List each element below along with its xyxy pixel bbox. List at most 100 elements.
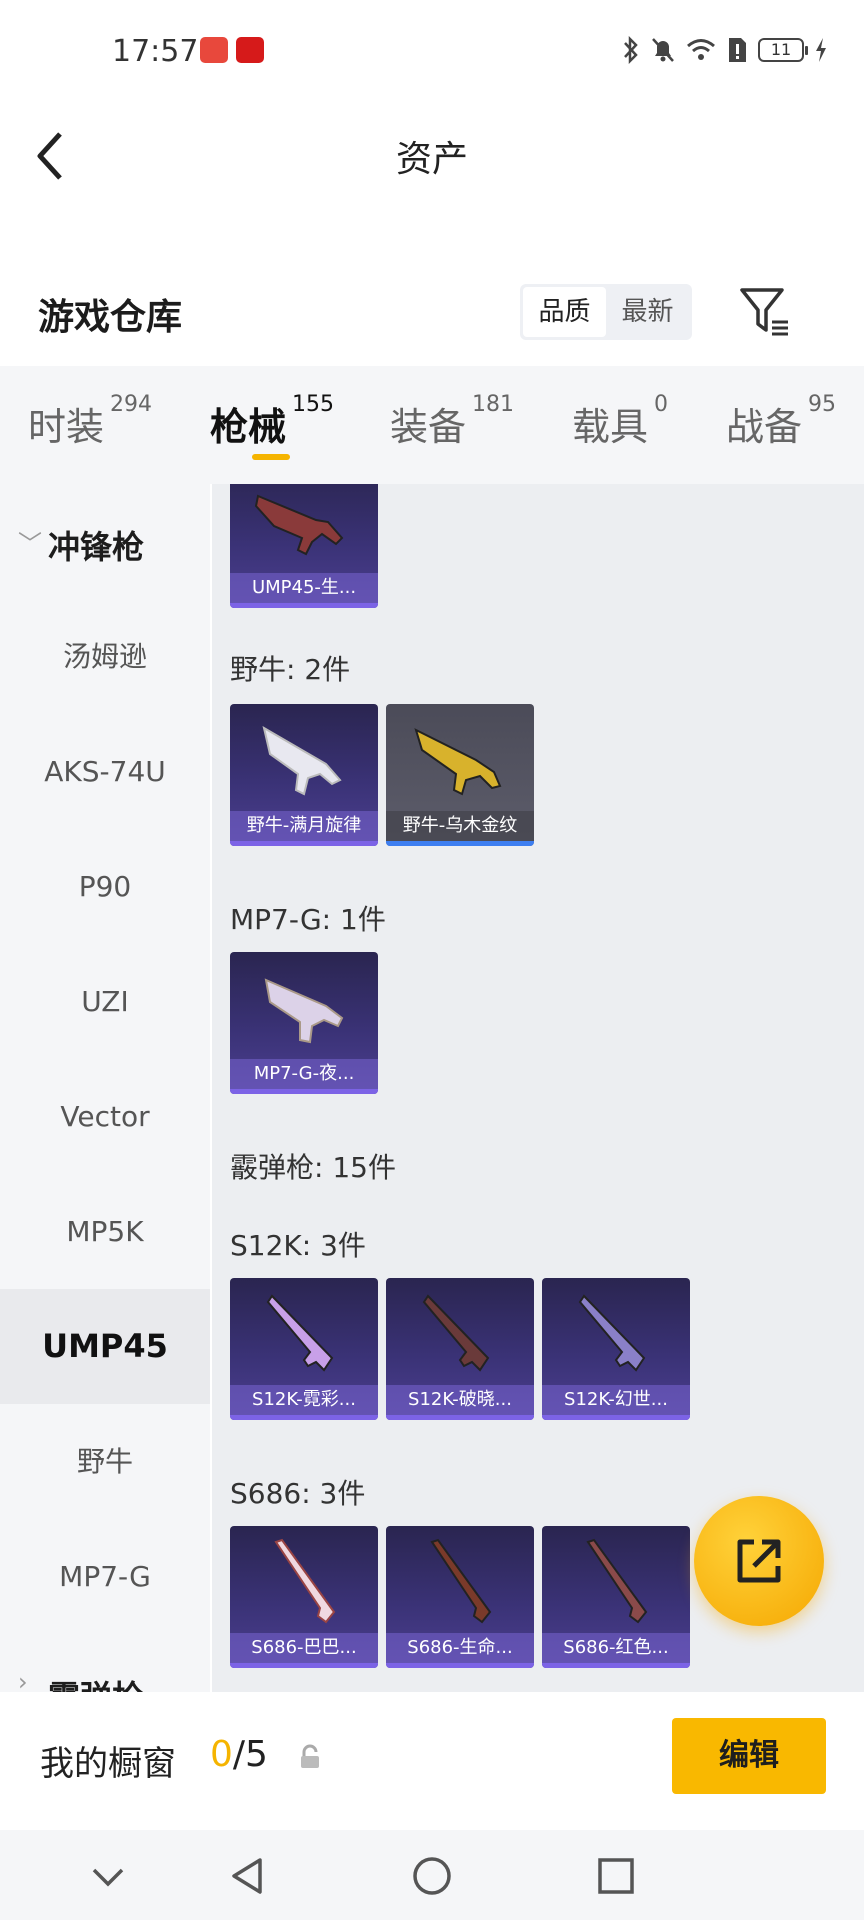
tab-count: 95 [808,392,837,417]
tab-count: 0 [654,392,669,417]
skin-name: S686-巴巴... [230,1633,378,1663]
card-rarity-bar [230,603,378,608]
card-rarity-bar [542,1663,690,1668]
smg-icon [254,494,344,556]
battery-indicator: 11 [758,38,808,62]
sidebar-category-label: 霰弹枪 [48,1672,144,1692]
group-title: S12K: 3件 [230,1229,366,1262]
tab-label: 时装 [28,405,105,449]
share-out-icon [737,1539,781,1583]
shotgun-icon [578,1294,646,1372]
skin-card[interactable]: 野牛-乌木金纹 [386,704,534,846]
skin-name: 野牛-满月旋律 [230,811,378,841]
page-title: 资产 [395,139,468,180]
skin-card[interactable]: S12K-霓彩... [230,1278,378,1420]
skin-name: S686-红色... [542,1633,690,1663]
showcase-bar: 我的橱窗 0/5 编辑 [0,1692,864,1830]
sort-quality-button[interactable]: 品质 [523,287,606,337]
group-title: 霰弹枪: 15件 [230,1151,396,1184]
skin-card[interactable]: S686-生命... [386,1526,534,1668]
tab-fashion[interactable]: 时装294 [28,392,152,451]
tab-equipment[interactable]: 装备181 [390,392,514,451]
skin-card[interactable]: 野牛-满月旋律 [230,704,378,846]
sidebar-item-mp7g[interactable]: MP7-G [0,1519,210,1634]
sidebar-category-shotgun[interactable]: › 霰弹枪 [0,1634,210,1692]
sidebar-item-uzi[interactable]: UZI [0,944,210,1059]
skin-name: S12K-幻世... [542,1385,690,1415]
mute-bell-icon [652,38,674,62]
skin-name: S686-生命... [386,1633,534,1663]
status-time: 17:57 [112,34,199,69]
sidebar-item-p90[interactable]: P90 [0,829,210,944]
nav-back-icon[interactable] [224,1852,272,1900]
charging-icon [816,38,826,62]
sidebar-item-ump45[interactable]: UMP45 [0,1289,210,1404]
sidebar-item-vector[interactable]: Vector [0,1059,210,1174]
skin-card[interactable]: S686-红色... [542,1526,690,1668]
warehouse-title: 游戏仓库 [38,297,183,338]
card-rarity-bar [386,1415,534,1420]
shotgun-icon [586,1538,648,1624]
sidebar-item-bizon[interactable]: 野牛 [0,1404,210,1519]
showcase-current: 0 [210,1734,233,1775]
skin-card[interactable]: S12K-幻世... [542,1278,690,1420]
weapon-sidebar: ﹀ 冲锋枪 汤姆逊 AKS-74U P90 UZI Vector MP5K UM… [0,484,210,1692]
nav-recents-icon[interactable] [592,1852,640,1900]
showcase-count: 0/5 [210,1734,268,1775]
showcase-total: /5 [232,1734,268,1775]
system-nav-bar [0,1830,864,1920]
skin-card[interactable]: UMP45-生... [230,484,378,608]
sidebar-item-aks74u[interactable]: AKS-74U [0,714,210,829]
skin-card[interactable]: MP7-G-夜... [230,952,378,1094]
skin-card[interactable]: S686-巴巴... [230,1526,378,1668]
smg-icon [262,725,342,796]
nav-home-icon[interactable] [408,1852,456,1900]
app-header: 资产 [0,100,864,210]
tab-vehicles[interactable]: 载具0 [572,392,668,451]
sort-newest-button[interactable]: 最新 [606,287,689,337]
lock-icon [301,1744,319,1768]
skin-card[interactable]: S12K-破晓... [386,1278,534,1420]
skin-name: MP7-G-夜... [230,1059,378,1089]
category-tabs: 时装294 枪械155 装备181 载具0 战备95 [0,366,864,484]
sort-toggle: 品质 最新 [520,284,692,340]
card-rarity-bar [542,1415,690,1420]
status-bar: 17:57 11 [0,0,864,100]
share-fab-button[interactable] [694,1496,824,1626]
tab-count: 155 [292,392,335,417]
tab-supplies[interactable]: 战备95 [726,392,836,451]
skin-name: 野牛-乌木金纹 [386,811,534,841]
tab-count: 181 [472,392,515,417]
group-title: S686: 3件 [230,1477,366,1510]
edit-button[interactable]: 编辑 [672,1718,826,1794]
group-title: 野牛: 2件 [230,653,351,686]
filter-icon[interactable] [736,284,792,340]
group-title: MP7-G: 1件 [230,903,386,936]
tab-label: 枪械 [210,405,287,449]
chevron-right-icon: › [18,1668,28,1692]
card-rarity-bar [386,841,534,846]
card-rarity-bar [386,1663,534,1668]
skin-name: UMP45-生... [230,573,378,603]
active-tab-indicator [252,454,290,460]
sidebar-item-mp5k[interactable]: MP5K [0,1174,210,1289]
shotgun-icon [430,1538,492,1624]
chevron-down-icon: ﹀ [18,530,42,558]
smg-icon [414,728,502,796]
sidebar-category-label: 冲锋枪 [48,528,145,566]
card-rarity-bar [230,1663,378,1668]
tab-guns[interactable]: 枪械155 [210,392,334,451]
shotgun-icon [266,1294,334,1372]
showcase-label: 我的橱窗 [40,1744,176,1784]
card-rarity-bar [230,1415,378,1420]
skin-name: S12K-霓彩... [230,1385,378,1415]
app-notification-icon [200,37,228,63]
chevron-down-icon[interactable] [84,1852,132,1900]
shotgun-icon [274,1538,336,1624]
sidebar-category-smg[interactable]: ﹀ 冲锋枪 [0,484,210,599]
sim-alert-icon [729,38,746,62]
app-notification-icon-2 [236,37,264,63]
smg-icon [264,978,344,1044]
sidebar-item-thompson[interactable]: 汤姆逊 [0,599,210,714]
wifi-icon [687,39,715,60]
